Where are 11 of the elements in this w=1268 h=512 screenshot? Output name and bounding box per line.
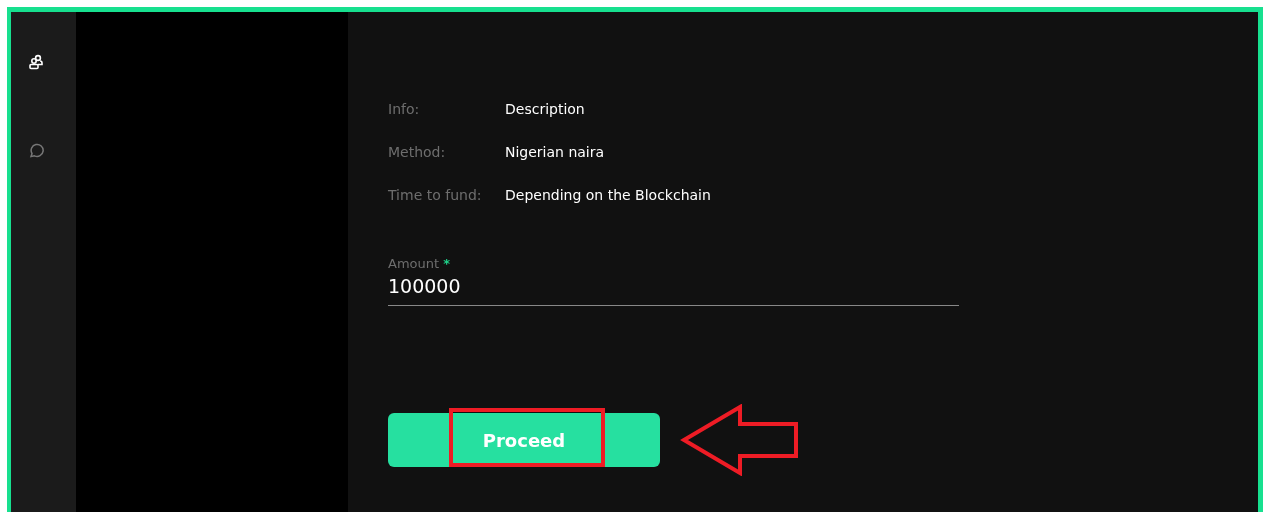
detail-value: Description [505, 100, 585, 117]
detail-label: Method: [388, 143, 447, 160]
field-label: Amount [388, 256, 440, 271]
users-icon[interactable] [27, 54, 44, 70]
detail-label: Info: [388, 100, 421, 117]
amount-field[interactable]: 100000 [388, 275, 959, 306]
chat-icon[interactable] [27, 142, 44, 158]
detail-label: Time to fund: [388, 186, 483, 203]
detail-value: Nigerian naira [505, 143, 605, 160]
required-mark: * [443, 256, 451, 271]
detail-value: Depending on the Blockchain [505, 186, 711, 203]
